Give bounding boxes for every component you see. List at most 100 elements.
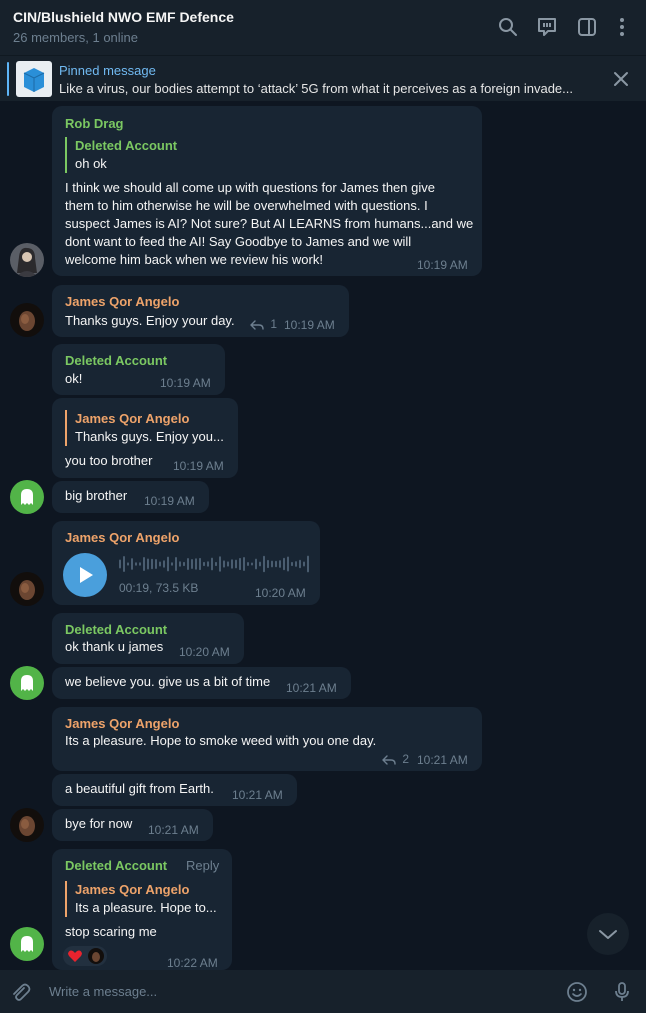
avatar[interactable] — [10, 303, 44, 337]
member-count: 26 members, 1 online — [13, 30, 139, 45]
voice-duration: 00:19, 73.5 KB — [119, 581, 199, 595]
quote-text: oh ok — [75, 156, 107, 171]
microphone-icon[interactable] — [611, 981, 633, 1003]
waveform-bar — [119, 559, 121, 569]
waveform-bar — [191, 559, 193, 569]
waveform-bar — [167, 556, 169, 572]
waveform-bar — [259, 561, 261, 567]
chat-title[interactable]: CIN/Blushield NWO EMF Defence — [13, 9, 234, 25]
avatar[interactable] — [10, 808, 44, 842]
sender-name[interactable]: Deleted Account — [65, 858, 167, 873]
message-time: 10:21 AM — [417, 753, 468, 767]
waveform-bar — [255, 558, 257, 570]
waveform-bar — [275, 560, 277, 568]
waveform-bar — [283, 557, 285, 571]
message-bubble[interactable]: a beautiful gift from Earth. 10:21 AM — [52, 774, 297, 806]
waveform-bar — [215, 561, 217, 567]
message-bubble[interactable]: Deleted Account ok! 10:19 AM — [52, 344, 225, 395]
waveform-bar — [139, 562, 141, 566]
message-text: stop scaring me — [65, 924, 157, 939]
message-time: 10:19 AM — [160, 376, 211, 390]
discussion-icon[interactable] — [535, 15, 559, 39]
sender-name[interactable]: Deleted Account — [65, 353, 167, 368]
replies-number: 1 — [270, 317, 278, 331]
waveform-bar — [127, 562, 129, 566]
message-time: 10:20 AM — [179, 645, 230, 659]
message-text: you too brother — [65, 453, 153, 468]
waveform-bar — [123, 556, 125, 572]
message-time: 10:19 AM — [284, 318, 335, 332]
sender-name[interactable]: Deleted Account — [65, 622, 167, 637]
sender-name[interactable]: James Qor Angelo — [65, 530, 179, 545]
avatar[interactable] — [10, 243, 44, 277]
message-text: Its a pleasure. Hope to smoke weed with … — [65, 733, 377, 748]
quote-sender: James Qor Angelo — [75, 411, 190, 426]
waveform-bar — [163, 560, 165, 568]
waveform-bar — [171, 562, 173, 566]
message-text: big brother — [65, 488, 128, 503]
waveform-bar — [175, 557, 177, 571]
waveform-bar — [303, 561, 305, 567]
waveform-bar — [227, 561, 229, 567]
message-bubble[interactable]: Rob Drag Deleted Account oh ok I think w… — [52, 106, 482, 276]
avatar[interactable] — [10, 666, 44, 700]
search-icon[interactable] — [496, 15, 520, 39]
play-icon — [80, 567, 93, 583]
waveform-bar — [155, 559, 157, 569]
reply-quote[interactable]: James Qor Angelo Thanks guys. Enjoy you.… — [65, 410, 224, 446]
waveform-bar — [203, 561, 205, 567]
waveform-bar — [239, 557, 241, 571]
waveform-bar — [271, 560, 273, 568]
waveform-bar — [159, 561, 161, 567]
message-time: 10:19 AM — [417, 258, 468, 272]
pinned-message-bar[interactable]: Pinned message Like a virus, our bodies … — [0, 55, 646, 101]
message-bubble[interactable]: big brother 10:19 AM — [52, 481, 209, 513]
message-bubble[interactable]: bye for now 10:21 AM — [52, 809, 213, 841]
voice-waveform[interactable] — [119, 553, 311, 575]
message-text-line: dont want to feed the AI! Say Goodbye to… — [65, 234, 412, 249]
waveform-bar — [147, 558, 149, 570]
message-bubble[interactable]: James Qor Angelo Its a pleasure. Hope to… — [52, 707, 482, 771]
sender-name[interactable]: James Qor Angelo — [65, 716, 179, 731]
reply-quote[interactable]: Deleted Account oh ok — [65, 137, 177, 173]
message-input[interactable] — [49, 979, 549, 1003]
quote-sender: Deleted Account — [75, 138, 178, 153]
message-bubble[interactable]: we believe you. give us a bit of time 10… — [52, 667, 351, 699]
attach-icon[interactable] — [9, 981, 31, 1003]
avatar[interactable] — [10, 572, 44, 606]
replies-count[interactable]: 1 — [250, 317, 277, 331]
play-button[interactable] — [63, 553, 107, 597]
avatar[interactable] — [10, 480, 44, 514]
message-text-line: them to him otherwise he will be overwhe… — [65, 198, 428, 213]
message-bubble[interactable]: Deleted Account ok thank u james 10:20 A… — [52, 613, 244, 664]
sender-name[interactable]: Rob Drag — [65, 116, 124, 131]
waveform-bar — [279, 560, 281, 568]
message-text-line: suspect James is AI? Not sure? But AI LE… — [65, 216, 474, 231]
reply-button[interactable]: Reply — [186, 858, 219, 873]
message-bubble[interactable]: Deleted Account Reply James Qor Angelo I… — [52, 849, 232, 970]
waveform-bar — [251, 562, 253, 566]
scroll-down-button[interactable] — [587, 913, 629, 955]
reply-quote[interactable]: James Qor Angelo Its a pleasure. Hope to… — [65, 881, 217, 917]
pinned-indicator — [7, 62, 9, 96]
composer-bar — [0, 970, 646, 1013]
avatar[interactable] — [10, 927, 44, 961]
pinned-thumbnail — [16, 61, 52, 97]
waveform-bar — [151, 558, 153, 570]
message-text: bye for now — [65, 816, 133, 831]
message-bubble[interactable]: James Qor Angelo Thanks guys. Enjoy your… — [52, 285, 349, 337]
message-text: ok! — [65, 371, 83, 386]
sender-name[interactable]: James Qor Angelo — [65, 294, 179, 309]
more-icon[interactable] — [610, 15, 634, 39]
replies-number: 2 — [402, 752, 410, 766]
waveform-bar — [243, 556, 245, 572]
reaction-badge[interactable] — [63, 946, 107, 966]
message-text-line: I think we should all come up with quest… — [65, 180, 435, 195]
sidebar-icon[interactable] — [575, 15, 599, 39]
close-icon[interactable] — [611, 69, 631, 89]
message-bubble[interactable]: James Qor Angelo Thanks guys. Enjoy you.… — [52, 398, 238, 478]
waveform-bar — [247, 561, 249, 567]
replies-count[interactable]: 2 — [382, 752, 409, 766]
voice-message-bubble[interactable]: James Qor Angelo 00:19, 73.5 KB 10:20 AM — [52, 521, 320, 605]
emoji-icon[interactable] — [566, 981, 588, 1003]
